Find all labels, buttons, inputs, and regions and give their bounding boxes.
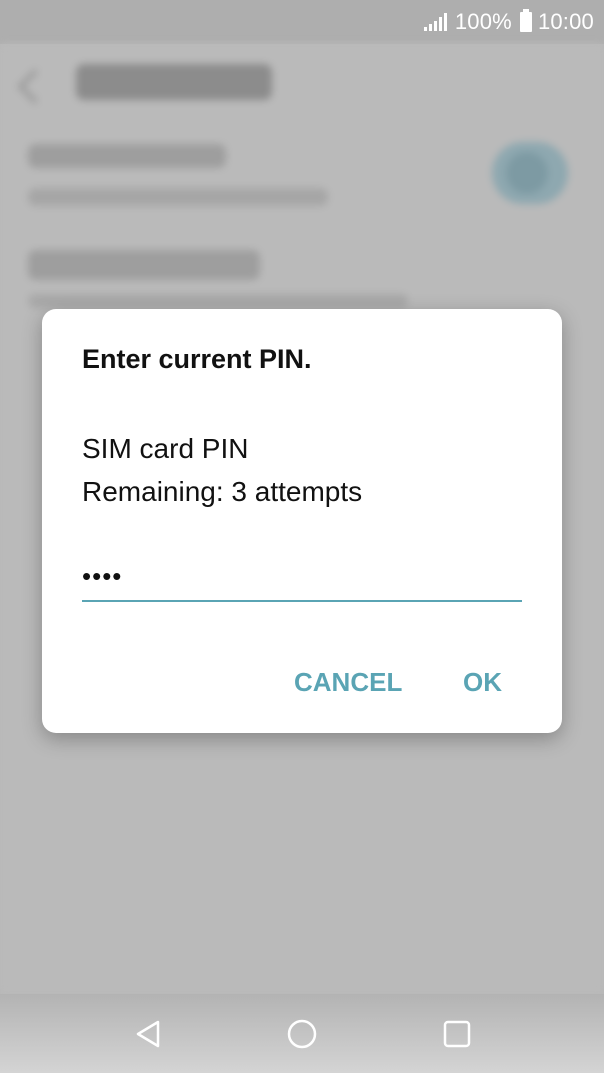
pin-input[interactable] (82, 552, 522, 602)
clock: 10:00 (537, 9, 594, 34)
recent-apps-icon (443, 1020, 471, 1048)
cancel-button[interactable]: CANCEL (294, 662, 402, 702)
ok-button[interactable]: OK (463, 662, 502, 702)
status-bar: 100% 10:00 (0, 0, 604, 44)
sim-card-pin-label: SIM card PIN (82, 433, 249, 464)
background-line (28, 188, 328, 206)
back-icon (136, 1020, 160, 1048)
background-back-arrow-icon (16, 68, 53, 105)
dialog-title: Enter current PIN. (82, 344, 312, 374)
navigation-bar (0, 994, 604, 1073)
battery-icon (519, 9, 532, 32)
recent-apps-button[interactable] (437, 1014, 477, 1054)
remaining-attempts-label: Remaining: 3 attempts (82, 476, 363, 507)
signal-icon (423, 13, 447, 31)
status-indicators: 100% 10:00 (423, 8, 594, 36)
home-icon (287, 1019, 317, 1049)
background-line (28, 144, 226, 168)
home-button[interactable] (282, 1014, 322, 1054)
back-button[interactable] (128, 1014, 168, 1054)
background-line (28, 294, 408, 308)
pin-dialog: Enter current PIN. SIM card PIN Remainin… (42, 309, 562, 733)
battery-percentage: 100% (454, 9, 512, 34)
background-line (28, 250, 260, 280)
background-title (76, 64, 272, 100)
dialog-message: SIM card PIN Remaining: 3 attempts (82, 427, 362, 513)
background-toggle (492, 142, 568, 204)
